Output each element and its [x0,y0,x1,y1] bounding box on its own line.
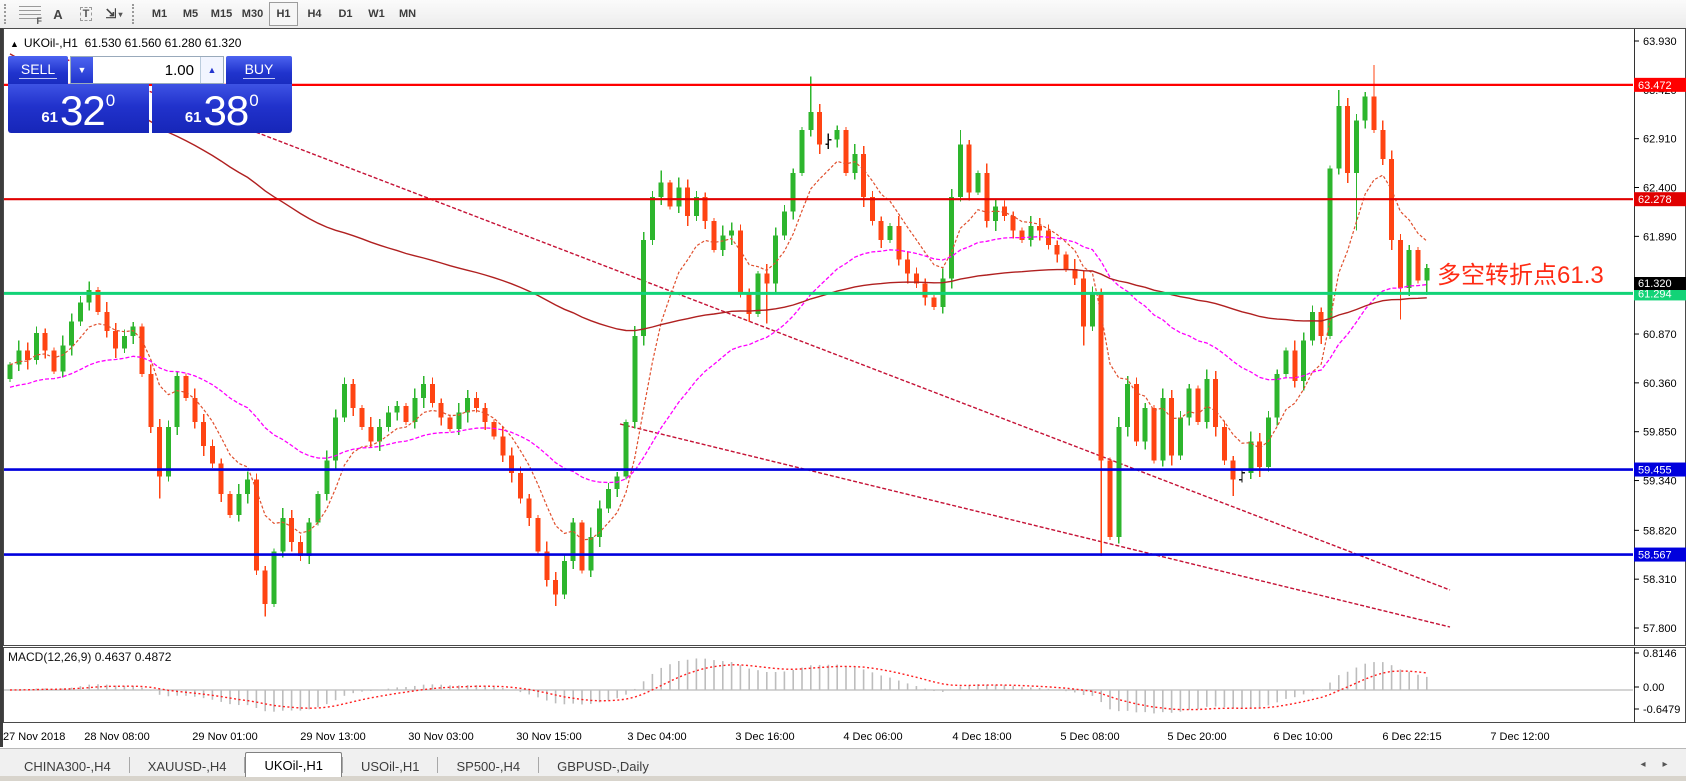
svg-text:59.340: 59.340 [1643,476,1677,488]
svg-text:60.360: 60.360 [1643,378,1677,390]
svg-text:27 Nov 2018: 27 Nov 2018 [3,731,65,743]
volume-decrease-button[interactable]: ▼ [71,57,93,83]
tab-scroll-left-icon[interactable]: ◂ [1632,754,1654,774]
svg-text:5 Dec 08:00: 5 Dec 08:00 [1060,731,1119,743]
chart-title: ▲ UKOil-,H1 61.530 61.560 61.280 61.320 [10,36,241,50]
candles-layer [7,64,1430,617]
macd-indicator-label: MACD(12,26,9) 0.4637 0.4872 [8,650,172,664]
svg-text:4 Dec 06:00: 4 Dec 06:00 [843,731,902,743]
macd-layer [4,658,1633,714]
volume-input[interactable] [93,57,200,83]
svg-text:0.8146: 0.8146 [1643,648,1677,660]
time-axis[interactable]: 27 Nov 2018 28 Nov 08:00 29 Nov 01:00 29 No… [3,731,1550,743]
svg-text:29 Nov 13:00: 29 Nov 13:00 [300,731,365,743]
collapse-arrow-icon[interactable]: ▲ [10,39,19,49]
ohlc-values: 61.530 61.560 61.280 61.320 [84,36,242,50]
svg-text:29 Nov 01:00: 29 Nov 01:00 [192,731,257,743]
svg-text:30 Nov 03:00: 30 Nov 03:00 [408,731,473,743]
svg-text:62.910: 62.910 [1643,134,1677,146]
svg-text:6 Dec 22:15: 6 Dec 22:15 [1382,731,1441,743]
svg-text:63.472: 63.472 [1638,80,1672,92]
window-left-edge [0,28,3,747]
svg-text:60.870: 60.870 [1643,329,1677,341]
volume-stepper: ▼ ▲ [70,56,224,84]
svg-text:63.930: 63.930 [1643,36,1677,48]
chart-tab-usoil-h1[interactable]: USOil-,H1 [343,756,438,777]
chart-tab-gbpusd-daily[interactable]: GBPUSD-,Daily [539,756,667,777]
svg-text:-0.6479: -0.6479 [1643,704,1680,716]
svg-text:58.567: 58.567 [1638,550,1672,562]
svg-text:58.310: 58.310 [1643,574,1677,586]
svg-text:28 Nov 08:00: 28 Nov 08:00 [84,731,149,743]
macd-main-value: 0.4637 [94,650,132,664]
buy-button[interactable]: BUY [226,56,292,84]
svg-text:62.278: 62.278 [1638,194,1672,206]
svg-text:7 Dec 12:00: 7 Dec 12:00 [1490,731,1549,743]
svg-text:0.00: 0.00 [1643,682,1664,694]
svg-text:58.820: 58.820 [1643,525,1677,537]
chart-tab-ukoil-h1[interactable]: UKOil-,H1 [245,752,342,777]
symbol-period-label: UKOil-,H1 [23,36,78,50]
svg-text:3 Dec 16:00: 3 Dec 16:00 [735,731,794,743]
svg-text:57.800: 57.800 [1643,623,1677,635]
chart-tab-china300-h4[interactable]: CHINA300-,H4 [6,756,129,777]
chart-tab-xauusd-h4[interactable]: XAUUSD-,H4 [130,756,245,777]
price-axis[interactable]: 63.93063.42062.91062.40061.89061.38060.8… [1634,36,1686,716]
tab-scroll-right-icon[interactable]: ▸ [1654,754,1676,774]
svg-text:61.294: 61.294 [1638,288,1672,300]
one-click-trading-panel: SELL ▼ ▲ BUY 61 32 0 61 38 0 [8,56,292,133]
chart-tab-sp500-h4[interactable]: SP500-,H4 [438,756,538,777]
buy-price[interactable]: 61 38 0 [151,84,292,133]
svg-text:61.320: 61.320 [1638,278,1672,290]
svg-text:59.850: 59.850 [1643,427,1677,439]
sell-price[interactable]: 61 32 0 [8,84,149,133]
application-window: F A T ⇲ ▾ M1M5M15M30H1H4D1W1MN 63.93063.… [0,0,1686,781]
chart-tab-bar: CHINA300-,H4 XAUUSD-,H4 UKOil-,H1 USOil-,H1… [0,748,1686,777]
macd-signal-value: 0.4872 [134,650,172,664]
svg-text:5 Dec 20:00: 5 Dec 20:00 [1167,731,1226,743]
svg-text:6 Dec 10:00: 6 Dec 10:00 [1273,731,1332,743]
svg-text:4 Dec 18:00: 4 Dec 18:00 [952,731,1011,743]
svg-text:59.455: 59.455 [1638,465,1672,477]
svg-text:30 Nov 15:00: 30 Nov 15:00 [516,731,581,743]
svg-text:3 Dec 04:00: 3 Dec 04:00 [627,731,686,743]
tabs-container: CHINA300-,H4 XAUUSD-,H4 UKOil-,H1 USOil-,H1… [6,752,667,777]
sell-button[interactable]: SELL [8,56,68,84]
volume-increase-button[interactable]: ▲ [200,57,223,83]
svg-text:61.890: 61.890 [1643,231,1677,243]
text-annotation[interactable]: 多空转折点61.3 [1437,255,1604,290]
